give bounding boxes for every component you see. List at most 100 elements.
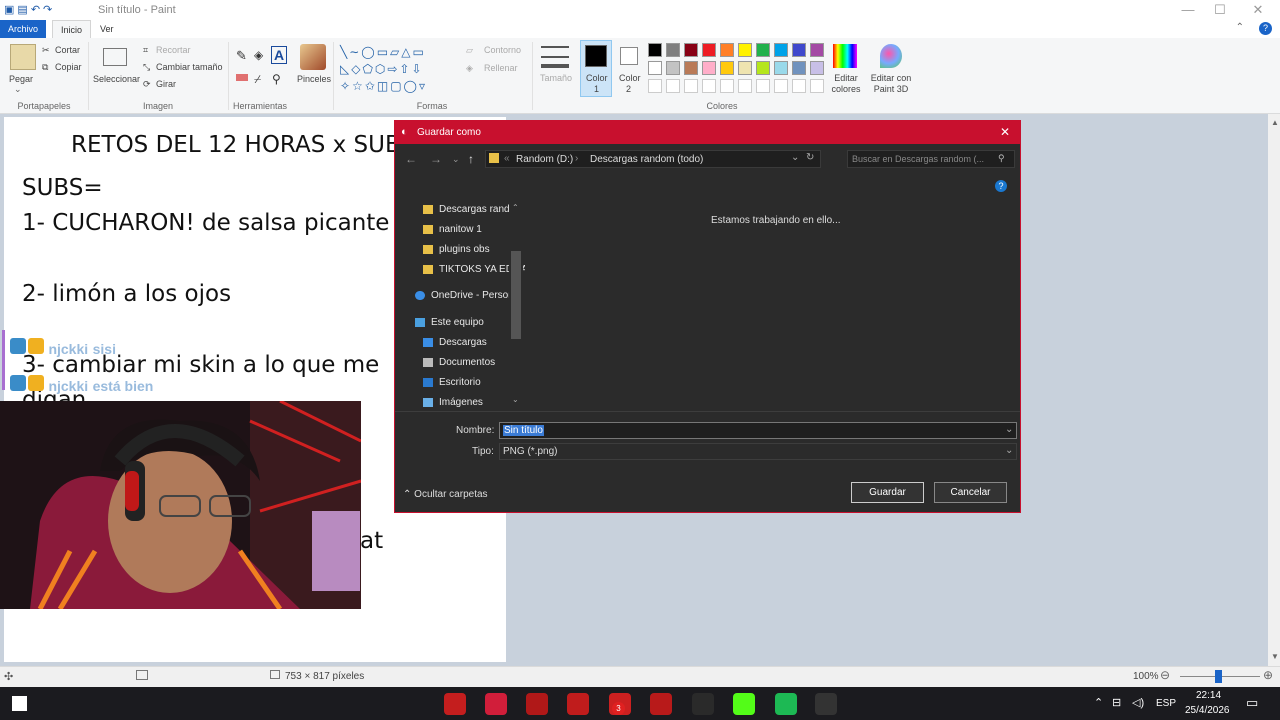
- search-field[interactable]: Buscar en Descargas random (... ⚲: [847, 150, 1015, 168]
- color-swatch[interactable]: [810, 43, 824, 57]
- app-red-1-icon[interactable]: [444, 693, 466, 715]
- undo-icon[interactable]: ↶: [31, 4, 43, 16]
- custom-color-swatch[interactable]: [666, 79, 680, 93]
- zoom-in-icon[interactable]: ⊕: [1263, 668, 1273, 682]
- chevron-down-icon[interactable]: ⌄: [1005, 424, 1013, 435]
- pencil-icon[interactable]: ✎: [236, 48, 247, 64]
- brushes-button[interactable]: Pinceles: [297, 74, 331, 84]
- scroll-up-icon[interactable]: ⌃: [512, 203, 519, 212]
- color-swatch[interactable]: [756, 43, 770, 57]
- chevron-down-icon[interactable]: ⌄: [1005, 445, 1013, 456]
- color-picker-icon[interactable]: ⌿: [254, 72, 261, 87]
- paint3d-icon[interactable]: [880, 44, 902, 68]
- scroll-up-icon[interactable]: ▲: [1271, 118, 1279, 127]
- custom-color-swatch[interactable]: [792, 79, 806, 93]
- clock-time[interactable]: 22:14: [1196, 690, 1221, 701]
- filetype-select[interactable]: PNG (*.png) ⌄: [499, 443, 1017, 460]
- nav-item[interactable]: Este equipo: [415, 317, 517, 335]
- help-icon[interactable]: ?: [995, 180, 1007, 192]
- custom-color-swatch[interactable]: [810, 79, 824, 93]
- paste-icon[interactable]: [10, 44, 36, 70]
- tab-file[interactable]: Archivo: [0, 20, 47, 38]
- magnifier-icon[interactable]: ⚲: [272, 72, 281, 86]
- rotate-button[interactable]: Girar: [156, 79, 176, 89]
- tab-view[interactable]: Ver: [92, 20, 122, 38]
- chevron-down-icon[interactable]: ⌄: [14, 84, 22, 95]
- color-swatch[interactable]: [774, 43, 788, 57]
- app-check-icon[interactable]: [567, 693, 589, 715]
- refresh-icon[interactable]: ↻: [806, 152, 814, 163]
- back-icon[interactable]: ←: [405, 152, 417, 166]
- address-dropdown-icon[interactable]: ⌄: [791, 152, 799, 163]
- breadcrumb-drive[interactable]: Random (D:): [516, 154, 573, 165]
- size-button[interactable]: Tamaño: [540, 73, 572, 83]
- outline-button[interactable]: Contorno: [484, 45, 521, 55]
- notifications-icon[interactable]: ▭: [1246, 695, 1258, 711]
- custom-color-swatch[interactable]: [738, 79, 752, 93]
- dialog-close-icon[interactable]: ✕: [1000, 125, 1010, 139]
- app-red-2-icon[interactable]: [650, 693, 672, 715]
- edit-colors-button[interactable]: Editar colores: [831, 73, 861, 95]
- help-icon[interactable]: ?: [1259, 22, 1272, 35]
- color-swatch[interactable]: [792, 61, 806, 75]
- cut-button[interactable]: Cortar: [55, 45, 80, 55]
- volume-icon[interactable]: ◁): [1132, 696, 1144, 709]
- brushes-icon[interactable]: [300, 44, 326, 70]
- paste-button[interactable]: Pegar: [9, 74, 33, 84]
- edit-paint3d-button[interactable]: Editar con Paint 3D: [868, 73, 914, 95]
- color-swatch[interactable]: [666, 43, 680, 57]
- save-icon[interactable]: ▤: [17, 4, 30, 16]
- kick-icon[interactable]: [733, 693, 755, 715]
- color-swatch[interactable]: [738, 43, 752, 57]
- windows-start-icon[interactable]: [12, 696, 27, 711]
- paint-app-icon[interactable]: ▣: [4, 4, 17, 16]
- language-indicator[interactable]: ESP: [1156, 698, 1176, 709]
- color-swatch[interactable]: [774, 61, 788, 75]
- custom-color-swatch[interactable]: [720, 79, 734, 93]
- eraser-icon[interactable]: [236, 74, 248, 81]
- clock-date[interactable]: 25/4/2026: [1185, 705, 1230, 716]
- edit-colors-icon[interactable]: [833, 44, 857, 68]
- color-swatch[interactable]: [738, 61, 752, 75]
- file-list-area[interactable]: Estamos trabajando en ello...: [525, 201, 1020, 409]
- tab-home[interactable]: Inicio: [52, 20, 92, 38]
- spotify-icon[interactable]: [775, 693, 797, 715]
- custom-color-swatch[interactable]: [648, 79, 662, 93]
- up-folder-icon[interactable]: ↑: [468, 152, 474, 166]
- resize-button[interactable]: Cambiar tamaño: [156, 62, 223, 72]
- app-clock-icon[interactable]: [692, 693, 714, 715]
- amd-software-icon[interactable]: [526, 693, 548, 715]
- redo-icon[interactable]: ↷: [43, 4, 55, 16]
- color-swatch[interactable]: [666, 61, 680, 75]
- custom-color-swatch[interactable]: [684, 79, 698, 93]
- close-icon[interactable]: ✕: [1238, 2, 1278, 18]
- nav-scrollbar[interactable]: ⌃ ⌄: [509, 201, 523, 409]
- forward-icon[interactable]: →: [430, 152, 442, 166]
- opera-gx-icon[interactable]: [485, 693, 507, 715]
- color-swatch[interactable]: [720, 43, 734, 57]
- chevron-up-icon[interactable]: ⌃: [1236, 22, 1244, 33]
- scroll-down-icon[interactable]: ▼: [1271, 652, 1279, 661]
- network-icon[interactable]: ⊟: [1112, 696, 1121, 709]
- color-swatch[interactable]: [810, 61, 824, 75]
- cancel-button[interactable]: Cancelar: [934, 482, 1007, 503]
- nav-item[interactable]: OneDrive - Personal: [415, 290, 517, 308]
- breadcrumb-folder[interactable]: Descargas random (todo): [590, 154, 703, 165]
- save-button[interactable]: Guardar: [851, 482, 924, 503]
- recent-locations-icon[interactable]: ⌄: [452, 154, 460, 165]
- color2-swatch[interactable]: [620, 47, 638, 65]
- custom-color-swatch[interactable]: [774, 79, 788, 93]
- text-tool-icon[interactable]: A: [271, 46, 288, 64]
- maximize-icon[interactable]: ☐: [1200, 2, 1240, 18]
- filename-input[interactable]: Sin título ⌄: [499, 422, 1017, 439]
- address-bar[interactable]: « Random (D:) › Descargas random (todo) …: [485, 150, 821, 168]
- paint-icon[interactable]: [815, 693, 837, 715]
- fill-bucket-icon[interactable]: ◈: [254, 48, 263, 62]
- zoom-out-icon[interactable]: ⊖: [1160, 668, 1170, 682]
- color-swatch[interactable]: [756, 61, 770, 75]
- select-button[interactable]: Seleccionar: [93, 74, 140, 84]
- color-swatch[interactable]: [702, 43, 716, 57]
- color-swatch[interactable]: [792, 43, 806, 57]
- chevron-up-icon[interactable]: ⌃: [1094, 696, 1103, 709]
- zoom-slider-thumb[interactable]: [1215, 670, 1222, 683]
